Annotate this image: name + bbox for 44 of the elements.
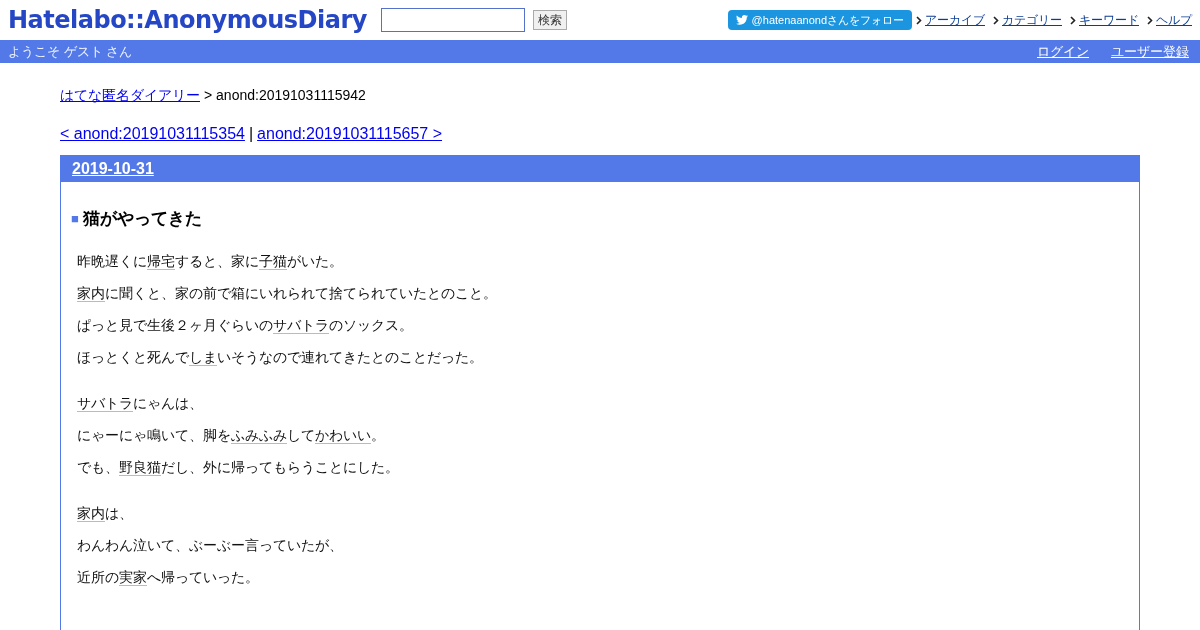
nav-link[interactable]: キーワード [1079,11,1139,29]
paragraph-line: でも、野良猫だし、外に帰ってもらうことにした。 [77,457,400,476]
nav-link[interactable]: アーカイブ [925,11,985,29]
welcome-text: ようこそ ゲスト さん [8,42,133,61]
keyword-link[interactable]: ふみふみ [231,426,287,444]
keyword-link[interactable]: しま [189,348,217,366]
paragraph-line: 家内に聞くと、家の前で箱にいれられて捨てられていたとのこと。 [77,283,498,302]
paragraph-line: 家内は、 [77,503,134,522]
entry-title: 猫がやってきた [82,208,202,230]
breadcrumb-current: > anond:20191031115942 [204,86,366,105]
paragraph-line: サバトラ にゃんは、 [77,393,204,412]
paragraph-line: 近所の実家へ帰っていった。 [77,567,260,586]
keyword-link[interactable]: 家内 [77,284,105,302]
chevron-icon [916,15,922,25]
paragraph-line: 昨晩遅くに帰宅すると、家に子猫がいた。 [77,251,344,270]
keyword-link[interactable]: かわいい [315,426,371,444]
keyword-link[interactable]: 子猫 [259,252,287,270]
keyword-link[interactable]: 実家 [119,568,147,586]
paragraph-line: ほっとくと死んでしま いそうなので連れてきたとのことだった。 [77,347,484,366]
keyword-link[interactable]: 野良猫 [119,458,161,476]
search-field[interactable] [380,8,525,32]
paragraph-line: ぱっと見で生後２ヶ月ぐらいのサバトラのソックス。 [77,315,414,334]
date-link[interactable]: 2019-10-31 [72,157,154,181]
chevron-icon [1147,15,1153,25]
keyword-link[interactable]: サバトラ [273,316,329,334]
site-logo[interactable]: Hatelabo::AnonymousDiary [8,2,367,38]
keyword-link[interactable]: 帰宅 [147,252,175,270]
chevron-icon [1070,15,1076,25]
nav-link[interactable]: ヘルプ [1156,11,1192,29]
nav-link[interactable]: カテゴリー [1002,11,1062,29]
paragraph-line: にゃーにゃ鳴いて、脚をふみふみ してかわいい。 [77,425,386,444]
search-button[interactable]: 検索 [532,10,567,30]
breadcrumb-link[interactable]: はてな匿名ダイアリー [60,85,200,106]
title-mark[interactable]: ■ [71,209,79,229]
previous-entry-link[interactable]: < anond:20191031115354 [60,122,245,146]
keyword-link[interactable]: サバトラ [77,394,133,412]
account-link[interactable]: ユーザー登録 [1111,41,1189,62]
account-link[interactable]: ログイン [1037,41,1089,62]
bird-icon [735,15,748,25]
separator: | [248,124,254,144]
next-entry-link[interactable]: anond:20191031115657 > [257,122,443,146]
paragraph-line: わんわん泣いて、ぶーぶー言っていたが、 [77,535,344,554]
chevron-icon [993,15,999,25]
keyword-link[interactable]: 家内 [77,504,105,522]
